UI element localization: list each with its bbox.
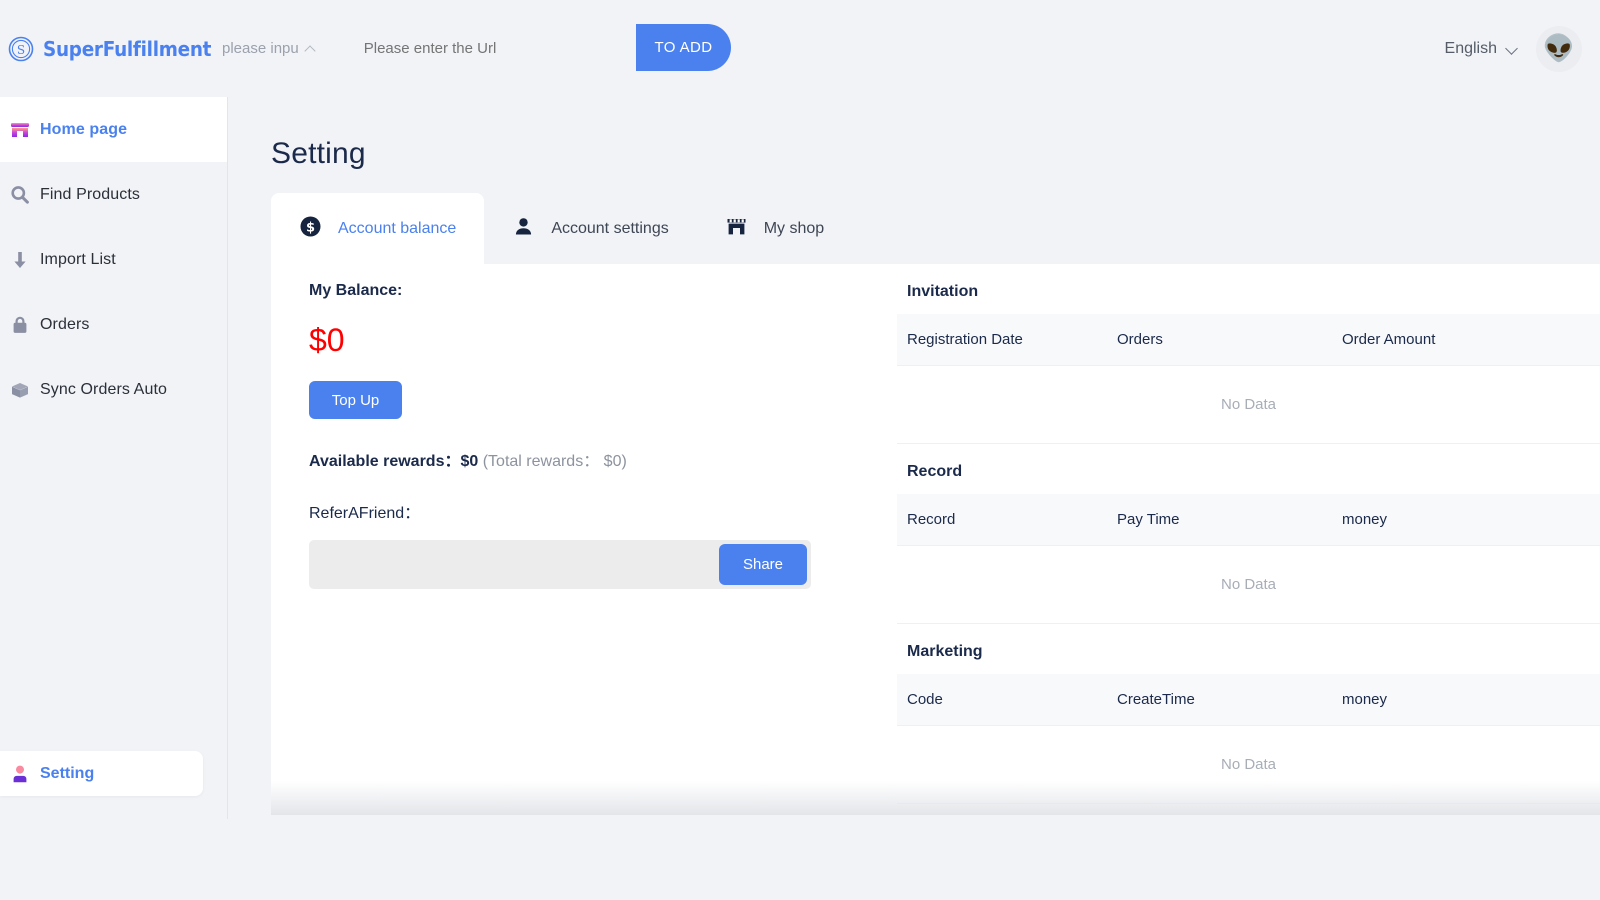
sidebar-item-sync-orders-auto[interactable]: Sync Orders Auto <box>0 357 227 422</box>
share-button[interactable]: Share <box>719 544 807 585</box>
refer-link-input[interactable] <box>309 540 717 589</box>
available-rewards-value: $0 <box>460 453 479 470</box>
column-header: money <box>1332 494 1600 546</box>
language-label: English <box>1444 39 1497 57</box>
balance-amount: $0 <box>309 322 345 358</box>
top-header: S SuperFulfillment please inpu TO ADD En… <box>0 0 1600 97</box>
refer-a-friend-label: ReferAFriend： <box>309 505 421 522</box>
table-header-row: Code CreateTime money <box>897 674 1600 726</box>
invitation-title: Invitation <box>907 283 979 300</box>
download-arrow-icon <box>0 249 40 271</box>
store-select[interactable]: please inpu <box>222 40 316 57</box>
my-balance-label: My Balance: <box>309 282 403 299</box>
sidebar-item-label: Find Products <box>40 185 141 203</box>
refer-link-row: Share <box>309 540 811 589</box>
marketing-table-block: Marketing Code CreateTime money No Data <box>897 624 1600 804</box>
store-select-value: please inpu <box>222 40 299 57</box>
column-header: Code <box>897 674 1107 726</box>
page-title: Setting <box>271 137 366 170</box>
app-root: S SuperFulfillment please inpu TO ADD En… <box>0 0 1600 900</box>
column-header: CreateTime <box>1107 674 1332 726</box>
sidebar: Home page Find Products Import List Orde… <box>0 97 228 819</box>
sidebar-item-label: Import List <box>40 250 116 268</box>
sidebar-item-orders[interactable]: Orders <box>0 292 227 357</box>
tables-section: Invitation Registration Date Orders Orde… <box>897 264 1600 804</box>
column-header: Record <box>897 494 1107 546</box>
person-icon <box>512 215 535 243</box>
account-balance-panel: My Balance: $0 Top Up Available rewards：… <box>271 264 1600 815</box>
tab-my-shop[interactable]: My shop <box>697 193 852 264</box>
avatar[interactable]: 👽 <box>1536 25 1582 72</box>
tab-bar: $ Account balance Account settings My sh… <box>271 193 1600 264</box>
header-right-group: English 👽 <box>1445 0 1582 97</box>
tab-label: My shop <box>763 219 825 237</box>
table-row: No Data <box>897 545 1600 624</box>
sidebar-item-find-products[interactable]: Find Products <box>0 162 227 227</box>
brand-name: SuperFulfillment <box>43 36 212 61</box>
s-circle-logo-icon: S <box>8 36 34 62</box>
column-header: Order Amount <box>1332 314 1600 366</box>
column-header: Registration Date <box>897 314 1107 366</box>
total-rewards-value: $0) <box>599 453 627 470</box>
available-rewards-label: Available rewards： <box>309 453 461 470</box>
tab-label: Account settings <box>551 219 669 237</box>
svg-text:$: $ <box>306 220 315 235</box>
tab-label: Account balance <box>338 219 457 237</box>
avatar-emoji: 👽 <box>1542 33 1576 63</box>
record-title: Record <box>907 463 963 480</box>
balance-section: My Balance: $0 Top Up Available rewards：… <box>309 264 869 589</box>
tab-account-settings[interactable]: Account settings <box>484 193 696 264</box>
invitation-table: Registration Date Orders Order Amount No… <box>897 314 1600 444</box>
handbag-icon <box>0 314 40 336</box>
table-row: No Data <box>897 365 1600 444</box>
sidebar-item-home-page[interactable]: Home page <box>0 97 227 162</box>
table-header-row: Registration Date Orders Order Amount <box>897 314 1600 366</box>
invitation-table-block: Invitation Registration Date Orders Orde… <box>897 264 1600 444</box>
rewards-line: Available rewards：$0 (Total rewards： $0) <box>309 447 869 471</box>
store-front-icon <box>0 119 40 141</box>
record-table-block: Record Record Pay Time money No Data <box>897 444 1600 624</box>
package-box-icon <box>0 379 40 401</box>
user-person-icon <box>0 763 40 785</box>
top-up-button[interactable]: Top Up <box>309 381 402 419</box>
language-selector[interactable]: English <box>1445 40 1518 58</box>
total-rewards-label: (Total rewards： <box>478 453 600 470</box>
sidebar-item-import-list[interactable]: Import List <box>0 227 227 292</box>
sidebar-item-label: Sync Orders Auto <box>40 380 167 398</box>
empty-state-text: No Data <box>897 365 1600 444</box>
dollar-coin-icon: $ <box>299 215 322 243</box>
tab-account-balance[interactable]: $ Account balance <box>271 193 485 264</box>
table-row: No Data <box>897 725 1600 804</box>
empty-state-text: No Data <box>897 725 1600 804</box>
table-header-row: Record Pay Time money <box>897 494 1600 546</box>
url-input[interactable] <box>363 40 664 57</box>
content-area: Setting $ Account balance Account settin… <box>228 97 1600 819</box>
sidebar-setting-label: Setting <box>40 764 95 782</box>
svg-text:S: S <box>17 43 25 57</box>
search-icon <box>0 184 40 206</box>
column-header: Orders <box>1107 314 1332 366</box>
column-header: money <box>1332 674 1600 726</box>
record-table: Record Pay Time money No Data <box>897 494 1600 624</box>
to-add-button[interactable]: TO ADD <box>636 24 731 71</box>
marketing-title: Marketing <box>907 643 983 660</box>
chevron-down-icon <box>1506 43 1518 55</box>
sidebar-item-label: Orders <box>40 315 90 333</box>
sidebar-item-setting[interactable]: Setting <box>0 751 203 796</box>
marketing-table: Code CreateTime money No Data <box>897 674 1600 804</box>
chevron-up-icon <box>305 43 316 54</box>
empty-state-text: No Data <box>897 545 1600 624</box>
column-header: Pay Time <box>1107 494 1332 546</box>
shop-store-icon <box>725 215 748 243</box>
sidebar-item-label: Home page <box>40 120 128 138</box>
brand-logo[interactable]: S SuperFulfillment <box>0 36 212 62</box>
